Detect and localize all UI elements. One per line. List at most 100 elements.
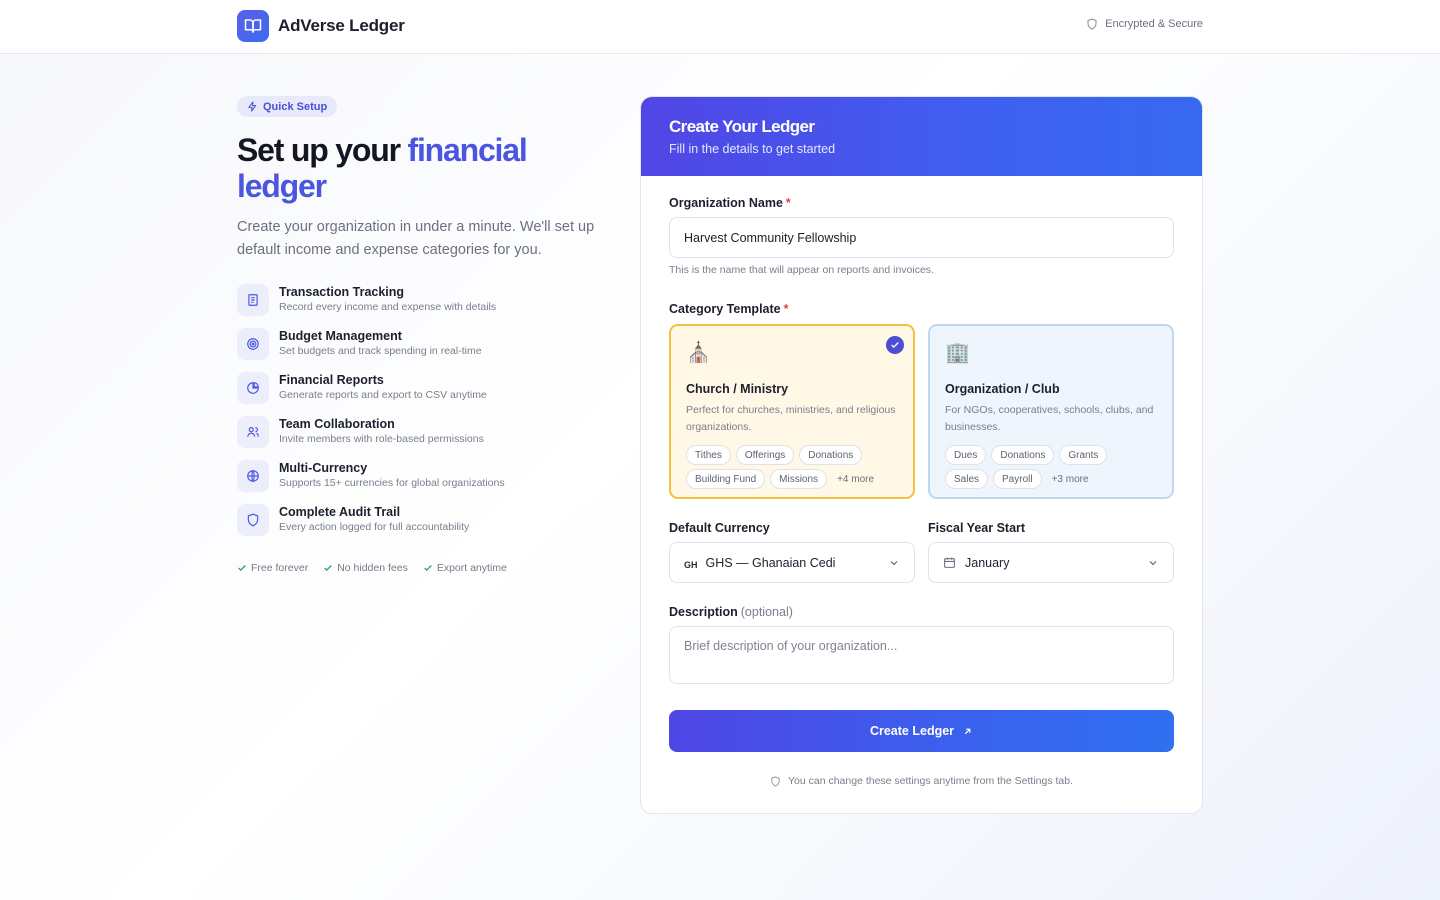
globe-icon <box>237 460 269 492</box>
intro-lead: Create your organization in under a minu… <box>237 219 595 258</box>
template-name: Church / Ministry <box>686 382 789 396</box>
shield-icon <box>771 775 780 787</box>
category-chip: Donations <box>991 445 1055 465</box>
top-bar: AdVerse Ledger Encrypted & Secure <box>0 0 1440 54</box>
currency-select[interactable]: GH GHS — Ghanaian Cedi <box>669 542 915 583</box>
check-icon <box>424 565 432 571</box>
card-subtitle: Fill in the details to get started <box>669 142 836 156</box>
template-label-text: Category Template <box>669 302 781 316</box>
card-title: Create Your Ledger <box>669 117 815 136</box>
category-chip: Offerings <box>735 445 795 465</box>
feature-item: Team Collaboration Invite members with r… <box>237 416 607 460</box>
perk-item: Export anytime <box>423 562 507 574</box>
currency-label: Default Currency <box>669 521 770 535</box>
perks-row: Free forever No hidden fees Export anyti… <box>237 562 607 574</box>
building-icon: 🏢 <box>945 342 970 364</box>
org-name-label-text: Organization Name <box>669 196 783 210</box>
check-icon <box>324 565 332 571</box>
feature-item: Complete Audit Trail Every action logged… <box>237 504 607 548</box>
shield-icon <box>237 504 269 536</box>
arrow-up-right-icon <box>964 728 971 734</box>
description-placeholder: Brief description of your organization..… <box>684 639 898 653</box>
optional-mark: (optional) <box>740 605 793 619</box>
required-mark: * <box>783 302 789 316</box>
more-categories: +4 more <box>837 473 875 485</box>
selected-check-icon <box>886 336 904 354</box>
headline-plain: Set up your <box>237 132 408 168</box>
org-name-label: Organization Name * <box>669 196 1174 210</box>
receipt-icon <box>237 284 269 316</box>
fiscal-year-select[interactable]: January <box>928 542 1174 583</box>
template-organization-club[interactable]: 🏢 Organization / Club For NGOs, cooperat… <box>928 324 1174 499</box>
create-ledger-button[interactable]: Create Ledger <box>669 710 1174 752</box>
card-header: Create Your Ledger Fill in the details t… <box>641 97 1202 176</box>
category-chip: Missions <box>770 469 828 489</box>
feature-title: Team Collaboration <box>279 417 395 431</box>
org-name-value: Harvest Community Fellowship <box>684 230 857 245</box>
category-chip: Grants <box>1059 445 1108 465</box>
category-chip: Tithes <box>686 445 731 465</box>
currency-flag-code: GH <box>684 559 698 570</box>
template-chips: Tithes Offerings Donations Building Fund… <box>686 445 899 493</box>
feature-subtitle: Generate reports and export to CSV anyti… <box>279 389 487 401</box>
category-chip: Donations <box>799 445 863 465</box>
feature-title: Budget Management <box>279 329 402 343</box>
feature-subtitle: Supports 15+ currencies for global organ… <box>279 477 505 489</box>
settings-footnote: You can change these settings anytime fr… <box>669 775 1174 787</box>
feature-subtitle: Invite members with role-based permissio… <box>279 433 484 445</box>
template-name: Organization / Club <box>945 382 1060 396</box>
category-chip: Payroll <box>993 469 1042 489</box>
app-name: AdVerse Ledger <box>278 16 405 35</box>
feature-subtitle: Every action logged for full accountabil… <box>279 521 470 533</box>
org-name-input[interactable]: Harvest Community Fellowship <box>669 217 1174 258</box>
feature-title: Multi-Currency <box>279 461 368 475</box>
calendar-icon <box>944 557 955 568</box>
template-church-ministry[interactable]: ⛪ Church / Ministry Perfect for churches… <box>669 324 915 499</box>
chevron-down-icon <box>1149 560 1157 565</box>
users-icon <box>237 416 269 448</box>
church-icon: ⛪ <box>686 342 711 364</box>
template-description: Perfect for churches, ministries, and re… <box>686 404 896 433</box>
footnote-text: You can change these settings anytime fr… <box>787 775 1074 787</box>
target-icon <box>237 328 269 360</box>
template-options: ⛪ Church / Ministry Perfect for churches… <box>669 324 1174 499</box>
quick-setup-badge: Quick Setup <box>237 96 338 117</box>
create-ledger-label: Create Ledger <box>869 724 955 738</box>
book-icon <box>237 10 269 42</box>
check-icon <box>238 565 246 571</box>
description-label-text: Description <box>669 605 738 619</box>
required-mark: * <box>785 196 791 210</box>
create-ledger-card: Create Your Ledger Fill in the details t… <box>640 96 1203 814</box>
intro-panel: Quick Setup Set up your financial ledger… <box>237 96 607 574</box>
feature-title: Complete Audit Trail <box>279 505 401 519</box>
category-chip: Dues <box>945 445 987 465</box>
org-name-hint: This is the name that will appear on rep… <box>669 264 934 276</box>
page-title: Set up your financial ledger <box>237 132 607 204</box>
feature-subtitle: Record every income and expense with det… <box>279 301 497 313</box>
security-note: Encrypted & Secure <box>1086 18 1203 30</box>
quick-setup-label: Quick Setup <box>263 100 328 113</box>
brand[interactable]: AdVerse Ledger <box>237 10 405 42</box>
perk-item: No hidden fees <box>323 562 408 574</box>
pie-chart-icon <box>237 372 269 404</box>
more-categories: +3 more <box>1051 473 1089 485</box>
perk-label: No hidden fees <box>337 562 408 574</box>
perk-label: Free forever <box>251 562 309 574</box>
description-input[interactable]: Brief description of your organization..… <box>669 626 1174 684</box>
perk-item: Free forever <box>237 562 308 574</box>
currency-fiscal-row: Default Currency GH GHS — Ghanaian Cedi … <box>669 521 1174 583</box>
template-chips: Dues Donations Grants Sales Payroll +3 m… <box>945 445 1158 493</box>
currency-value: GHS — Ghanaian Cedi <box>705 555 836 570</box>
feature-subtitle: Set budgets and track spending in real-t… <box>279 345 482 357</box>
chevron-down-icon <box>890 560 898 565</box>
category-chip: Building Fund <box>686 469 766 489</box>
feature-title: Transaction Tracking <box>279 285 405 299</box>
perk-label: Export anytime <box>436 562 507 574</box>
feature-item: Multi-Currency Supports 15+ currencies f… <box>237 460 607 504</box>
description-label: Description (optional) <box>669 605 1174 619</box>
feature-item: Financial Reports Generate reports and e… <box>237 372 607 416</box>
bolt-icon <box>248 101 257 112</box>
template-description: For NGOs, cooperatives, schools, clubs, … <box>945 404 1154 433</box>
fiscal-year-value: January <box>965 555 1010 570</box>
feature-title: Financial Reports <box>279 373 384 387</box>
